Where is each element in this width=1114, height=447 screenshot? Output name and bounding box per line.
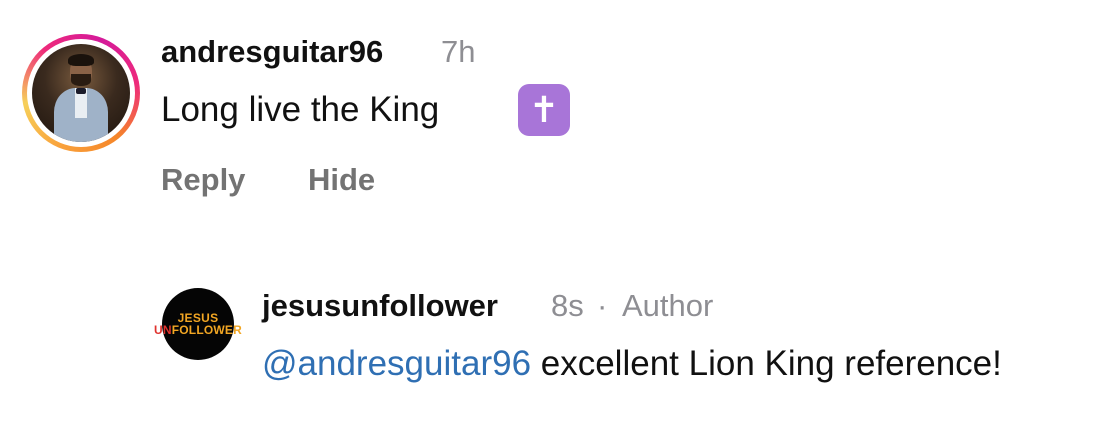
mention-link[interactable]: @andresguitar96	[262, 344, 531, 383]
comment-timestamp: 7h	[441, 34, 476, 69]
comment-timestamp: 8s	[551, 288, 584, 323]
reply-button[interactable]: Reply	[161, 162, 245, 198]
logo-text-follower: FOLLOWER	[171, 323, 242, 337]
comment-username[interactable]: andresguitar96	[161, 34, 383, 70]
avatar-beard	[71, 74, 91, 86]
logo-text-line2: UNFOLLOWER	[154, 324, 242, 336]
avatar-jesusunfollower-logo[interactable]: JESUS UNFOLLOWER	[154, 288, 242, 360]
avatar-photo	[32, 44, 130, 142]
comment-andresguitar96: andresguitar96 7h Long live the King ✝ R…	[0, 0, 1114, 230]
hide-button[interactable]: Hide	[308, 162, 375, 198]
author-badge: Author	[622, 288, 714, 323]
avatar-hair	[68, 54, 94, 66]
meta-separator: ·	[597, 288, 608, 323]
comment-username[interactable]: jesusunfollower	[262, 288, 498, 324]
comment-body-text: excellent Lion King reference!	[531, 344, 1002, 383]
avatar-bowtie	[76, 88, 86, 94]
comment-text: Long live the King	[161, 90, 440, 129]
logo-text-un: UN	[154, 323, 172, 337]
latin-cross-emoji-icon: ✝	[518, 84, 570, 136]
reply-jesusunfollower: JESUS UNFOLLOWER jesusunfollower 8s · Au…	[0, 270, 1114, 447]
avatar-story-ring[interactable]	[22, 34, 140, 152]
comment-text: @andresguitar96 excellent Lion King refe…	[262, 340, 1022, 388]
